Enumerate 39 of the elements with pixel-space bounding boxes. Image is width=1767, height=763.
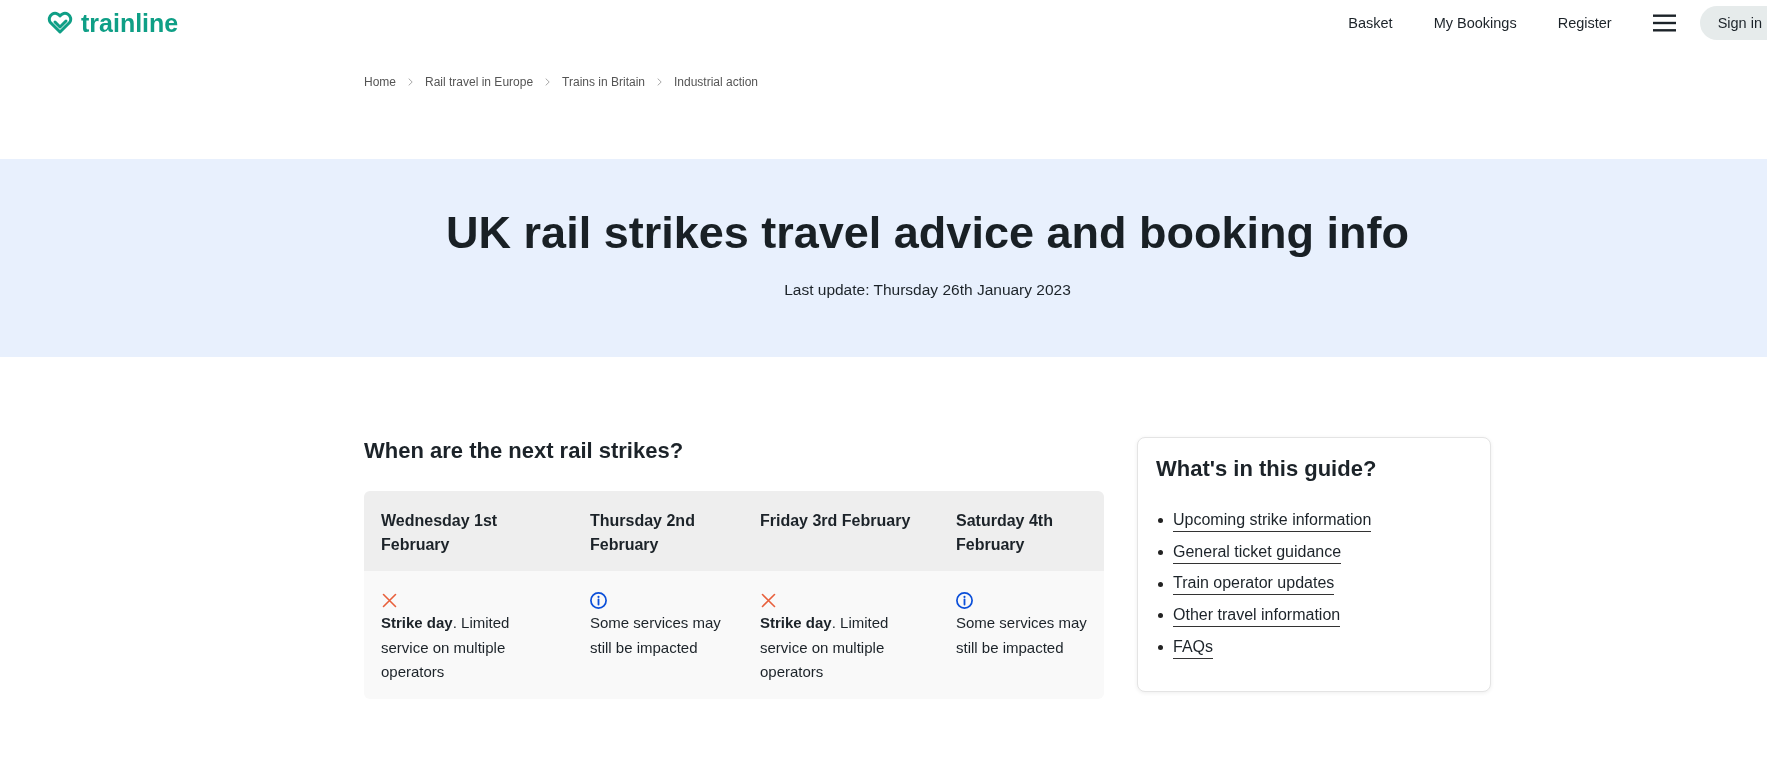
- status-text: Some services may still be impacted: [590, 613, 722, 658]
- column-header: Wednesday 1st February: [381, 511, 499, 555]
- guide-link[interactable]: Train operator updates: [1173, 573, 1335, 596]
- status-text: Strike day. Limited service on multiple operators: [760, 613, 890, 682]
- status-text: Some services may still be impacted: [956, 613, 1088, 658]
- page-title: UK rail strikes travel advice and booking info: [445, 206, 1410, 260]
- status-text: Strike day. Limited service on multiple operators: [381, 613, 511, 682]
- chevron-icon: [545, 78, 551, 86]
- guide-title: What's in this guide?: [1156, 455, 1378, 483]
- breadcrumb-link[interactable]: Rail travel in Europe: [425, 74, 534, 90]
- bullet-icon: [1158, 645, 1163, 651]
- bullet-icon: [1158, 581, 1163, 587]
- section-heading: When are the next rail strikes?: [364, 437, 685, 465]
- guide-link[interactable]: General ticket guidance: [1173, 541, 1342, 564]
- last-update-text: Last update: Thursday 26th January 2023: [783, 280, 1072, 300]
- breadcrumb-link[interactable]: Trains in Britain: [562, 74, 645, 90]
- guide-link[interactable]: Upcoming strike information: [1173, 509, 1372, 532]
- cross-icon: [381, 592, 398, 609]
- menu-icon[interactable]: [1652, 13, 1676, 32]
- nav-link[interactable]: Register: [1557, 13, 1612, 32]
- column-header: Thursday 2nd February: [590, 511, 696, 555]
- info-icon: [956, 592, 973, 609]
- guide-link[interactable]: Other travel information: [1173, 604, 1341, 627]
- sign-in-button[interactable]: Sign in: [1699, 5, 1767, 40]
- guide-link[interactable]: FAQs: [1173, 636, 1213, 659]
- bullet-icon: [1158, 518, 1163, 524]
- bullet-icon: [1158, 613, 1163, 619]
- nav-link[interactable]: Basket: [1348, 13, 1393, 32]
- breadcrumb-link[interactable]: Home: [364, 74, 396, 90]
- nav-link[interactable]: My Bookings: [1433, 13, 1517, 32]
- chevron-icon: [657, 78, 662, 86]
- info-icon: [590, 592, 607, 609]
- heart-icon: [47, 11, 73, 34]
- cross-icon: [760, 592, 777, 609]
- chevron-icon: [408, 78, 413, 86]
- bullet-icon: [1158, 550, 1163, 556]
- breadcrumb-current: Industrial action: [674, 74, 759, 90]
- column-header: Friday 3rd February: [760, 511, 912, 531]
- column-header: Saturday 4th February: [956, 511, 1054, 555]
